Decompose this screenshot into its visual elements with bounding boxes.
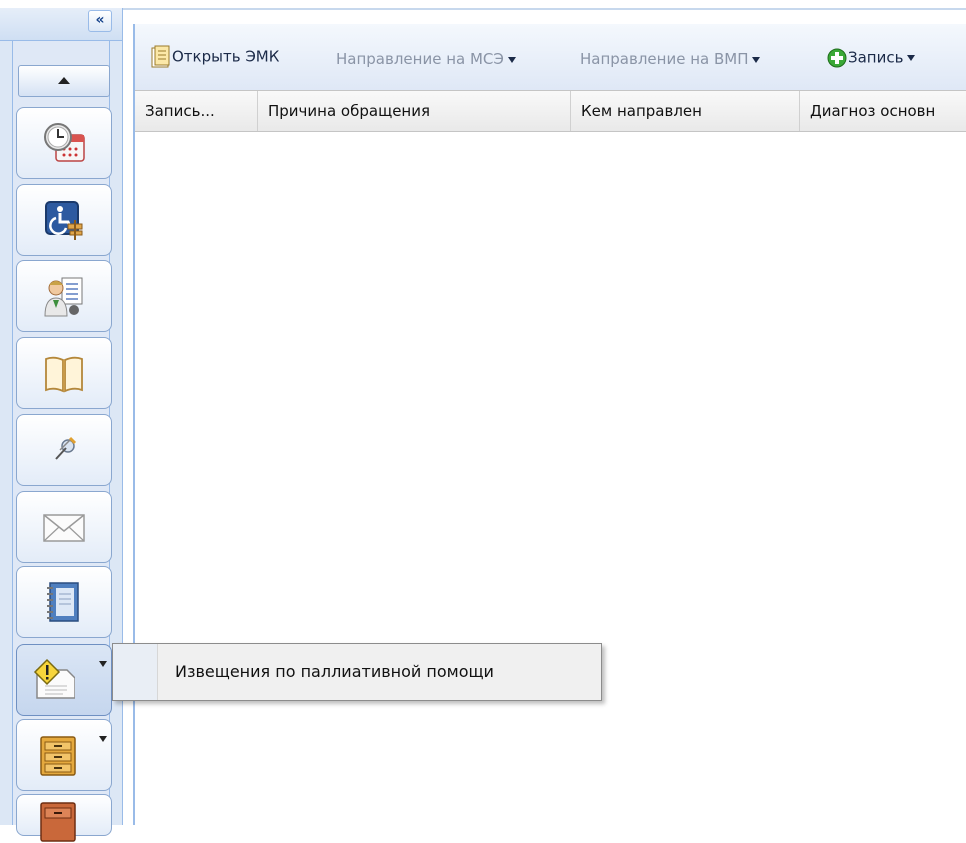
notebook-icon (47, 582, 79, 622)
sidebar-button-doctor[interactable] (16, 260, 112, 332)
menu-icon-gutter (113, 644, 158, 700)
open-emk-button[interactable]: Открыть ЭМК (150, 45, 279, 69)
sidebar-button-mail[interactable] (16, 491, 112, 563)
sidebar-button-cabinet[interactable] (16, 719, 112, 791)
clock-calendar-icon (44, 123, 85, 162)
top-strip (122, 0, 966, 10)
scroll-up-button[interactable] (18, 65, 110, 97)
add-icon (827, 48, 847, 68)
record-button[interactable]: Запись (826, 47, 916, 69)
collapse-sidebar-button[interactable]: « (88, 10, 112, 32)
grid-header: Запись... Причина обращения Кем направле… (135, 90, 966, 132)
cabinet-red-icon (40, 802, 76, 842)
column-header-record[interactable]: Запись... (135, 91, 258, 131)
warning-document-icon (33, 658, 75, 699)
pushpin-icon (55, 436, 77, 460)
dropdown-arrow-icon (752, 56, 761, 63)
notifications-menu: Извещения по паллиативной помощи (112, 643, 602, 701)
envelope-icon (43, 514, 85, 542)
chevron-down-icon (99, 661, 107, 667)
sidebar-button-disability[interactable] (16, 184, 112, 256)
disability-icon (45, 201, 83, 240)
vmp-referral-button[interactable]: Направление на ВМП (580, 50, 761, 68)
chevron-down-icon (99, 736, 107, 742)
doctor-document-icon (44, 277, 83, 317)
dropdown-arrow-icon (907, 55, 916, 61)
mse-referral-button[interactable]: Направление на МСЭ (336, 50, 516, 68)
sidebar-button-cabinet-2[interactable] (16, 794, 112, 842)
sidebar-button-schedule[interactable] (16, 107, 112, 179)
sidebar-button-book[interactable] (16, 337, 112, 409)
column-header-diagnosis[interactable]: Диагноз основн (800, 91, 966, 131)
column-header-reason[interactable]: Причина обращения (258, 91, 571, 131)
sidebar-button-notifications[interactable] (16, 644, 112, 716)
mse-referral-label: Направление на МСЭ (336, 50, 504, 68)
open-book-icon (45, 356, 83, 393)
open-emk-label: Открыть ЭМК (172, 47, 280, 66)
top-strip-left (0, 0, 122, 8)
document-icon (151, 45, 170, 68)
sidebar-button-notebook[interactable] (16, 566, 112, 638)
column-header-referred-by[interactable]: Кем направлен (571, 91, 800, 131)
sidebar-button-pin[interactable] (16, 414, 112, 486)
vmp-referral-label: Направление на ВМП (580, 50, 749, 68)
main-panel (133, 24, 966, 825)
arrow-up-icon (58, 77, 70, 84)
menu-item-palliative-notifications[interactable]: Извещения по паллиативной помощи (175, 644, 494, 700)
cabinet-icon (40, 736, 76, 776)
record-label: Запись (848, 48, 904, 67)
dropdown-arrow-icon (507, 56, 516, 63)
